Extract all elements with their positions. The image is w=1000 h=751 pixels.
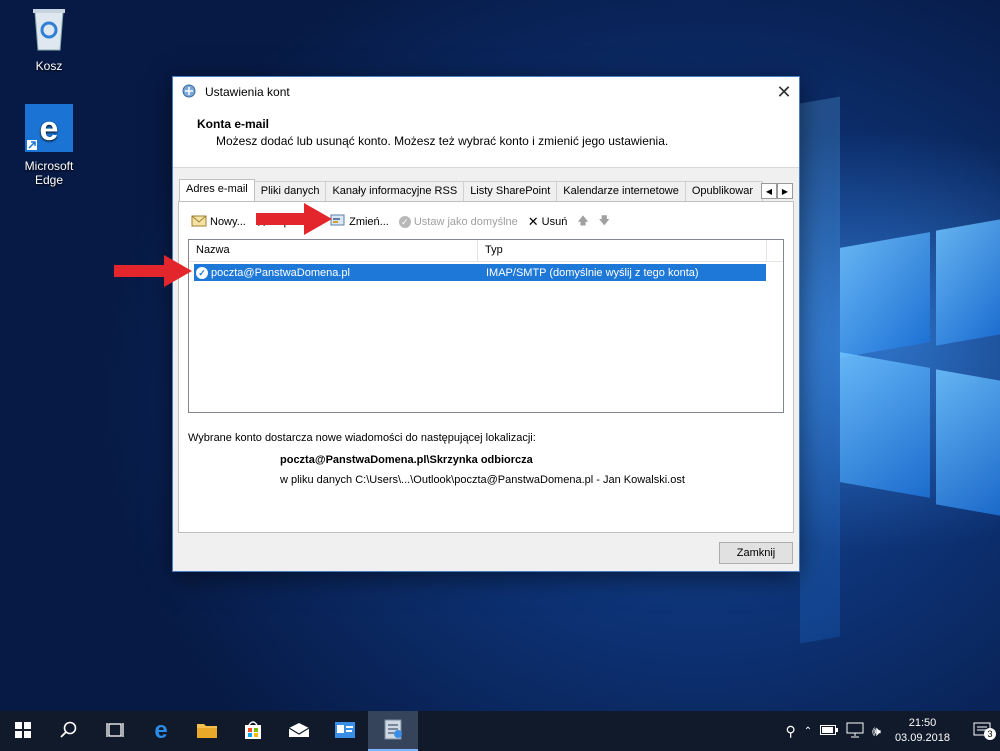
outlook-settings-icon: [181, 83, 197, 102]
tab-email[interactable]: Adres e-mail: [179, 179, 255, 203]
clock-time: 21:50: [908, 717, 937, 729]
search-icon: [60, 721, 78, 742]
taskbar-store[interactable]: [230, 711, 276, 751]
column-header-type[interactable]: Typ: [478, 240, 767, 261]
system-tray: ⚲ ⌃ 🕪 21:50 03.09.2018 3: [785, 711, 1000, 751]
contact-card-icon: [334, 721, 356, 742]
tab-strip: Adres e-mail Pliki danych Kanały informa…: [179, 179, 793, 203]
close-button[interactable]: Zamknij: [719, 542, 793, 564]
close-icon[interactable]: ✕: [769, 77, 799, 107]
tab-sharepoint-lists[interactable]: Listy SharePoint: [463, 181, 558, 201]
wallpaper-pane: [840, 232, 930, 358]
remove-x-icon: ✕: [527, 213, 539, 229]
account-list[interactable]: Nazwa Typ ✓ poczta@PanstwaDomena.pl IMAP…: [188, 239, 784, 413]
wallpaper-pane: [840, 352, 930, 498]
change-button[interactable]: Zmień...: [330, 213, 389, 230]
desktop-icon-label: Kosz: [35, 59, 63, 73]
clock[interactable]: 21:50 03.09.2018: [895, 716, 950, 746]
svg-text:e: e: [40, 110, 59, 148]
start-button[interactable]: [0, 711, 46, 751]
delivery-folder: poczta@PanstwaDomena.pl\Skrzynka odbiorc…: [280, 454, 533, 466]
set-default-label: Ustaw jako domyślne: [413, 215, 518, 228]
default-account-check-icon: ✓: [196, 266, 208, 279]
column-header-name[interactable]: Nazwa: [189, 240, 478, 261]
wallpaper-pane: [936, 219, 1000, 346]
desktop-icon-recycle-bin[interactable]: Kosz: [9, 4, 89, 73]
taskbar-file-explorer[interactable]: [184, 711, 230, 751]
move-up-button[interactable]: 🡅: [577, 212, 588, 231]
header-title: Konta e-mail: [197, 117, 270, 131]
table-row[interactable]: ✓ poczta@PanstwaDomena.pl IMAP/SMTP (dom…: [194, 264, 766, 281]
header-description: Możesz dodać lub usunąć konto. Możesz te…: [216, 134, 669, 148]
people-icon[interactable]: ⚲: [785, 723, 795, 740]
arrow-down-icon: 🡇: [598, 215, 610, 227]
remove-button[interactable]: ✕ Usuń: [528, 214, 568, 230]
wallpaper-pane: [936, 369, 1000, 516]
delivery-info: Wybrane konto dostarcza nowe wiadomości …: [188, 432, 536, 444]
desktop-icon-edge[interactable]: e Microsoft Edge: [9, 104, 89, 187]
edge-icon: e: [154, 717, 168, 744]
account-type-cell: IMAP/SMTP (domyślnie wyślij z tego konta…: [486, 266, 699, 279]
taskbar-edge[interactable]: e: [138, 711, 184, 751]
dialog-title: Ustawienia kont: [205, 85, 290, 99]
store-icon: [243, 720, 263, 743]
clock-date: 03.09.2018: [894, 732, 950, 744]
email-tab-panel: Nowy... ⚒ Napraw... Zmień... ✓ Ustaw jak…: [178, 201, 794, 533]
desktop-icon-label: Microsoft Edge: [24, 159, 74, 187]
taskbar: e ⚲ ⌃ 🕪 21:50 03.09.2018 3: [0, 711, 1000, 751]
edge-icon: e: [9, 104, 89, 155]
remove-label: Usuń: [541, 215, 568, 228]
tab-rss-feeds[interactable]: Kanały informacyjne RSS: [325, 181, 465, 201]
delivery-data-file: w pliku danych C:\Users\...\Outlook\pocz…: [280, 474, 685, 486]
annotation-arrow-icon: [256, 201, 334, 240]
volume-icon[interactable]: 🕪: [872, 723, 881, 740]
mail-icon: [288, 722, 310, 741]
task-view-icon: [106, 722, 124, 741]
chevron-left-icon[interactable]: ◀: [761, 183, 777, 199]
taskbar-contacts[interactable]: [322, 711, 368, 751]
account-name-cell: poczta@PanstwaDomena.pl: [211, 266, 350, 279]
network-icon[interactable]: [846, 722, 864, 741]
action-center-button[interactable]: 3: [964, 722, 1000, 741]
check-circle-icon: ✓: [398, 215, 411, 228]
chevron-up-icon[interactable]: ⌃: [804, 726, 812, 737]
list-header: Nazwa Typ: [189, 240, 783, 262]
new-account-button[interactable]: Nowy...: [191, 213, 246, 230]
tab-scroll: ◀ ▶: [761, 183, 793, 199]
account-toolbar: Nowy... ⚒ Napraw... Zmień... ✓ Ustaw jak…: [191, 212, 610, 231]
search-button[interactable]: [46, 711, 92, 751]
change-label: Zmień...: [349, 215, 389, 228]
annotation-arrow-icon: [114, 253, 194, 292]
taskbar-account-settings[interactable]: [368, 711, 418, 751]
tab-internet-calendars[interactable]: Kalendarze internetowe: [556, 181, 686, 201]
tab-published-calendars[interactable]: Opublikowar: [684, 181, 763, 201]
wallpaper-light: [800, 96, 840, 644]
battery-icon[interactable]: [820, 724, 839, 738]
arrow-up-icon: 🡅: [577, 215, 589, 227]
recycle-bin-icon: [9, 4, 89, 55]
account-settings-dialog: Ustawienia kont ✕ Konta e-mail Możesz do…: [172, 76, 800, 572]
folder-icon: [196, 721, 218, 742]
chevron-right-icon[interactable]: ▶: [777, 183, 793, 199]
task-view-button[interactable]: [92, 711, 138, 751]
windows-logo-icon: [15, 721, 31, 741]
set-default-button[interactable]: ✓ Ustaw jako domyślne: [398, 215, 518, 228]
notification-count-badge: 3: [984, 727, 996, 740]
dialog-titlebar[interactable]: Ustawienia kont ✕: [173, 77, 799, 107]
outlook-settings-icon: [381, 717, 405, 744]
taskbar-mail[interactable]: [276, 711, 322, 751]
tab-data-files[interactable]: Pliki danych: [253, 181, 327, 201]
dialog-header: Konta e-mail Możesz dodać lub usunąć kon…: [173, 107, 799, 168]
new-account-label: Nowy...: [210, 215, 246, 228]
move-down-button[interactable]: 🡇: [599, 212, 610, 231]
new-mail-icon: [191, 213, 207, 230]
